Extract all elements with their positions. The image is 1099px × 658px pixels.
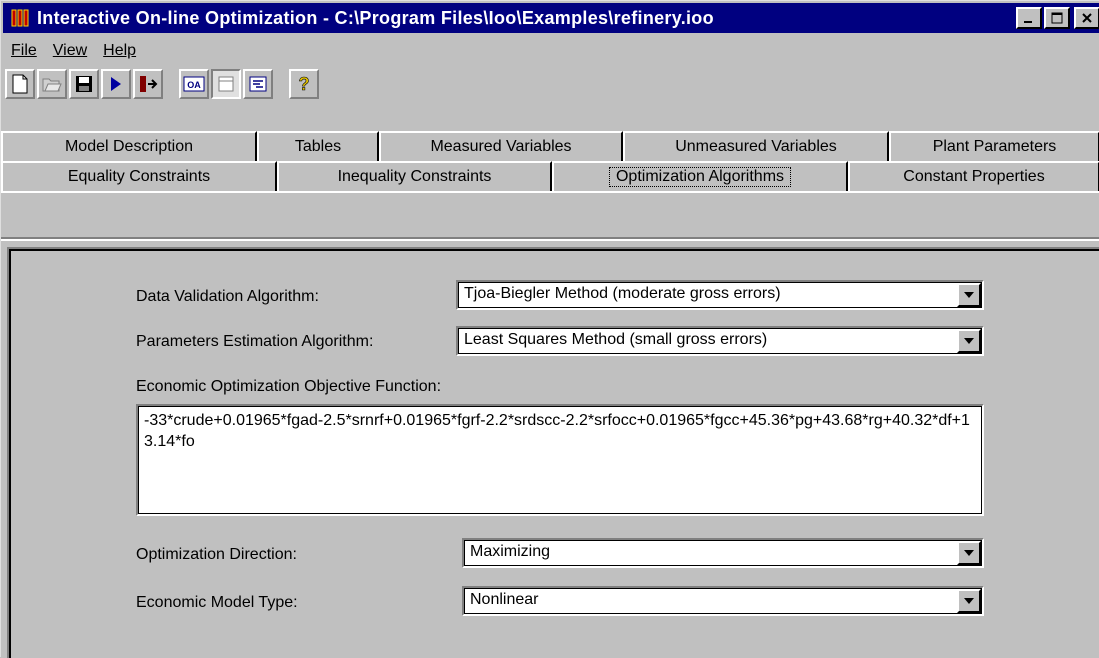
dropdown-button[interactable] bbox=[957, 283, 981, 307]
dropdown-button[interactable] bbox=[957, 329, 981, 353]
exit-button[interactable] bbox=[133, 69, 163, 99]
divider bbox=[1, 237, 1099, 241]
direction-select[interactable]: Maximizing bbox=[462, 538, 984, 568]
tab-label: Measured Variables bbox=[430, 138, 572, 155]
minimize-button[interactable] bbox=[1016, 7, 1042, 29]
open-button[interactable] bbox=[37, 69, 67, 99]
save-button[interactable] bbox=[69, 69, 99, 99]
exit-icon bbox=[140, 76, 158, 92]
tab-optimization-algorithms[interactable]: Optimization Algorithms bbox=[552, 161, 848, 191]
direction-label: Optimization Direction: bbox=[136, 546, 297, 563]
tab-model-description[interactable]: Model Description bbox=[1, 131, 257, 161]
tab-label: Equality Constraints bbox=[67, 168, 211, 185]
app-window: Interactive On-line Optimization - C:\Pr… bbox=[0, 0, 1099, 658]
title-bar[interactable]: Interactive On-line Optimization - C:\Pr… bbox=[3, 3, 1099, 33]
run-icon bbox=[111, 77, 121, 91]
tab-label: Plant Parameters bbox=[932, 138, 1057, 155]
maximize-button[interactable] bbox=[1044, 7, 1070, 29]
model-type-value: Nonlinear bbox=[470, 591, 539, 608]
tab-plant-parameters[interactable]: Plant Parameters bbox=[889, 131, 1099, 161]
model-type-label: Economic Model Type: bbox=[136, 594, 298, 611]
tab-label: Optimization Algorithms bbox=[608, 167, 792, 187]
app-icon[interactable] bbox=[9, 7, 31, 29]
tab-strip-area bbox=[1, 191, 1099, 239]
toolbar: OA ? bbox=[5, 67, 321, 101]
open-folder-icon bbox=[42, 78, 62, 92]
page-button[interactable] bbox=[211, 69, 241, 99]
data-validation-select[interactable]: Tjoa-Biegler Method (moderate gross erro… bbox=[456, 280, 984, 310]
chevron-down-icon bbox=[964, 292, 974, 298]
window-title: Interactive On-line Optimization - C:\Pr… bbox=[37, 7, 714, 28]
chevron-down-icon bbox=[964, 598, 974, 604]
close-button[interactable] bbox=[1074, 7, 1099, 29]
menu-view-label: View bbox=[52, 42, 88, 59]
svg-text:?: ? bbox=[299, 74, 310, 94]
help-icon: ? bbox=[298, 74, 310, 94]
tabs-row-2: Equality Constraints Inequality Constrai… bbox=[1, 161, 1099, 191]
menu-file[interactable]: File bbox=[3, 42, 45, 60]
chevron-down-icon bbox=[964, 550, 974, 556]
tree-icon bbox=[249, 76, 267, 92]
dropdown-button[interactable] bbox=[957, 589, 981, 613]
oa-button[interactable]: OA bbox=[179, 69, 209, 99]
objective-label: Economic Optimization Objective Function… bbox=[136, 378, 442, 395]
data-validation-label: Data Validation Algorithm: bbox=[136, 288, 319, 305]
data-validation-value: Tjoa-Biegler Method (moderate gross erro… bbox=[464, 285, 781, 302]
menu-help-label: Help bbox=[103, 42, 137, 59]
tab-label: Model Description bbox=[64, 138, 194, 155]
menu-bar: File View Help bbox=[3, 37, 144, 65]
param-estimation-select[interactable]: Least Squares Method (small gross errors… bbox=[456, 326, 984, 356]
tab-equality-constraints[interactable]: Equality Constraints bbox=[1, 161, 277, 191]
oa-icon: OA bbox=[183, 76, 205, 92]
tab-tables[interactable]: Tables bbox=[257, 131, 379, 161]
tabs-row-1: Model Description Tables Measured Variab… bbox=[1, 131, 1099, 161]
new-button[interactable] bbox=[5, 69, 35, 99]
dropdown-button[interactable] bbox=[957, 541, 981, 565]
tab-label: Constant Properties bbox=[903, 168, 1045, 185]
tab-label: Inequality Constraints bbox=[337, 168, 492, 185]
direction-value: Maximizing bbox=[470, 543, 551, 560]
page-icon bbox=[218, 76, 234, 92]
model-type-select[interactable]: Nonlinear bbox=[462, 586, 984, 616]
run-button[interactable] bbox=[101, 69, 131, 99]
objective-textarea[interactable]: -33*crude+0.01965*fgad-2.5*srnrf+0.01965… bbox=[136, 404, 984, 516]
menu-file-label: File bbox=[11, 42, 37, 59]
tab-measured-variables[interactable]: Measured Variables bbox=[379, 131, 623, 161]
save-icon bbox=[76, 76, 92, 92]
tree-button[interactable] bbox=[243, 69, 273, 99]
param-estimation-label: Parameters Estimation Algorithm: bbox=[136, 333, 374, 350]
menu-view[interactable]: View bbox=[45, 42, 95, 60]
menu-help[interactable]: Help bbox=[95, 42, 144, 60]
tab-label: Tables bbox=[294, 138, 342, 155]
tab-unmeasured-variables[interactable]: Unmeasured Variables bbox=[623, 131, 889, 161]
chevron-down-icon bbox=[964, 338, 974, 344]
help-button[interactable]: ? bbox=[289, 69, 319, 99]
tab-constant-properties[interactable]: Constant Properties bbox=[848, 161, 1099, 191]
new-document-icon bbox=[12, 74, 28, 94]
param-estimation-value: Least Squares Method (small gross errors… bbox=[464, 331, 768, 348]
tab-inequality-constraints[interactable]: Inequality Constraints bbox=[277, 161, 552, 191]
tab-label: Unmeasured Variables bbox=[675, 138, 837, 155]
svg-text:OA: OA bbox=[187, 80, 201, 90]
